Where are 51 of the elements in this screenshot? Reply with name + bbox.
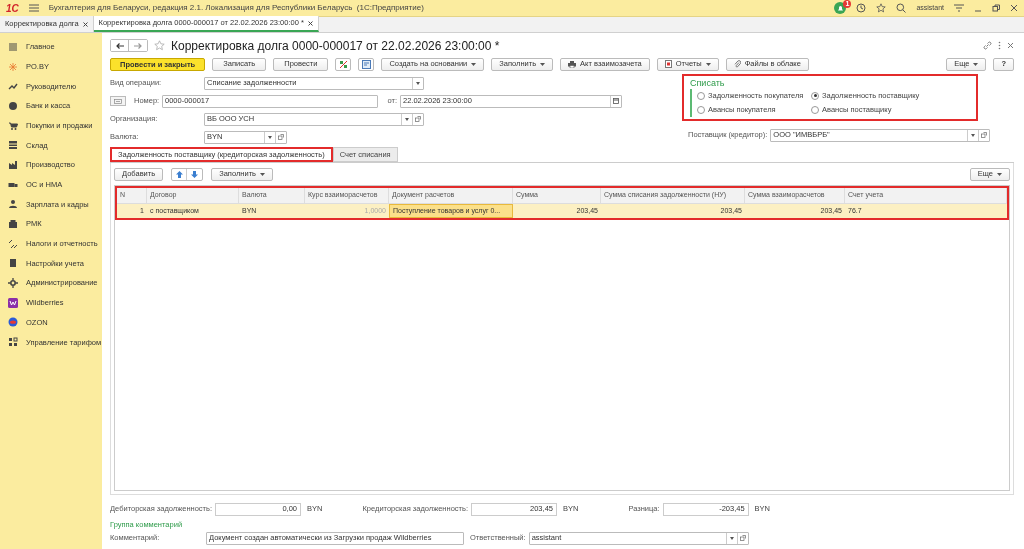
debit-credit-icon <box>338 59 348 69</box>
document-title: Корректировка долга 0000-000017 от 22.02.2026 23:00:00 * <box>171 37 500 55</box>
star-icon <box>876 3 887 13</box>
radio-button[interactable] <box>811 91 819 100</box>
open-window-icon <box>739 535 746 541</box>
bell-icon <box>836 4 844 12</box>
close-icon <box>82 21 88 27</box>
caret-icon <box>971 133 976 137</box>
caret-icon <box>268 135 272 139</box>
close-icon <box>1010 4 1018 12</box>
caret-icon <box>705 62 711 66</box>
report-icon <box>664 60 672 68</box>
search-icon <box>896 3 907 13</box>
group-title: Списать <box>690 78 726 89</box>
open-window-icon <box>278 134 284 140</box>
history-icon <box>856 3 867 13</box>
form-icon <box>114 98 122 104</box>
open-window-icon <box>415 116 421 122</box>
right-arrow-icon <box>134 42 142 49</box>
radio-button[interactable] <box>697 105 705 114</box>
radio-button[interactable] <box>697 91 705 100</box>
caret-icon <box>540 62 546 66</box>
caret-icon <box>416 81 420 85</box>
up-arrow-icon <box>175 170 183 178</box>
caret-icon <box>260 172 265 176</box>
caret-icon <box>973 62 979 66</box>
number-edit-button[interactable] <box>110 96 126 106</box>
document-structure-icon <box>361 59 371 69</box>
printer-icon <box>568 60 577 68</box>
menu-icon <box>28 4 39 12</box>
star-icon <box>154 40 165 51</box>
structure-button[interactable] <box>358 57 375 71</box>
radio-button[interactable] <box>811 105 819 114</box>
caret-icon <box>997 172 1002 176</box>
left-arrow-icon <box>115 42 124 49</box>
paperclip-icon <box>733 60 741 68</box>
caret-icon <box>405 117 409 121</box>
settings-menu-icon <box>954 4 964 12</box>
caret-icon <box>471 62 477 66</box>
caret-icon <box>729 536 734 540</box>
postings-button[interactable] <box>335 57 352 71</box>
calendar-icon <box>613 98 619 104</box>
restore-icon <box>992 4 1000 12</box>
back-button[interactable] <box>111 40 129 51</box>
app-title: Бухгалтерия для Беларуси, редакция 2.1. Локализация для Республики Беларусь (1С:Предприятие) <box>48 2 424 14</box>
open-window-icon <box>981 132 988 138</box>
close-icon <box>307 20 313 26</box>
down-arrow-icon <box>191 170 199 178</box>
app-logo: 1С <box>6 1 19 16</box>
close-icon <box>1007 42 1014 49</box>
link-icon <box>983 41 992 50</box>
